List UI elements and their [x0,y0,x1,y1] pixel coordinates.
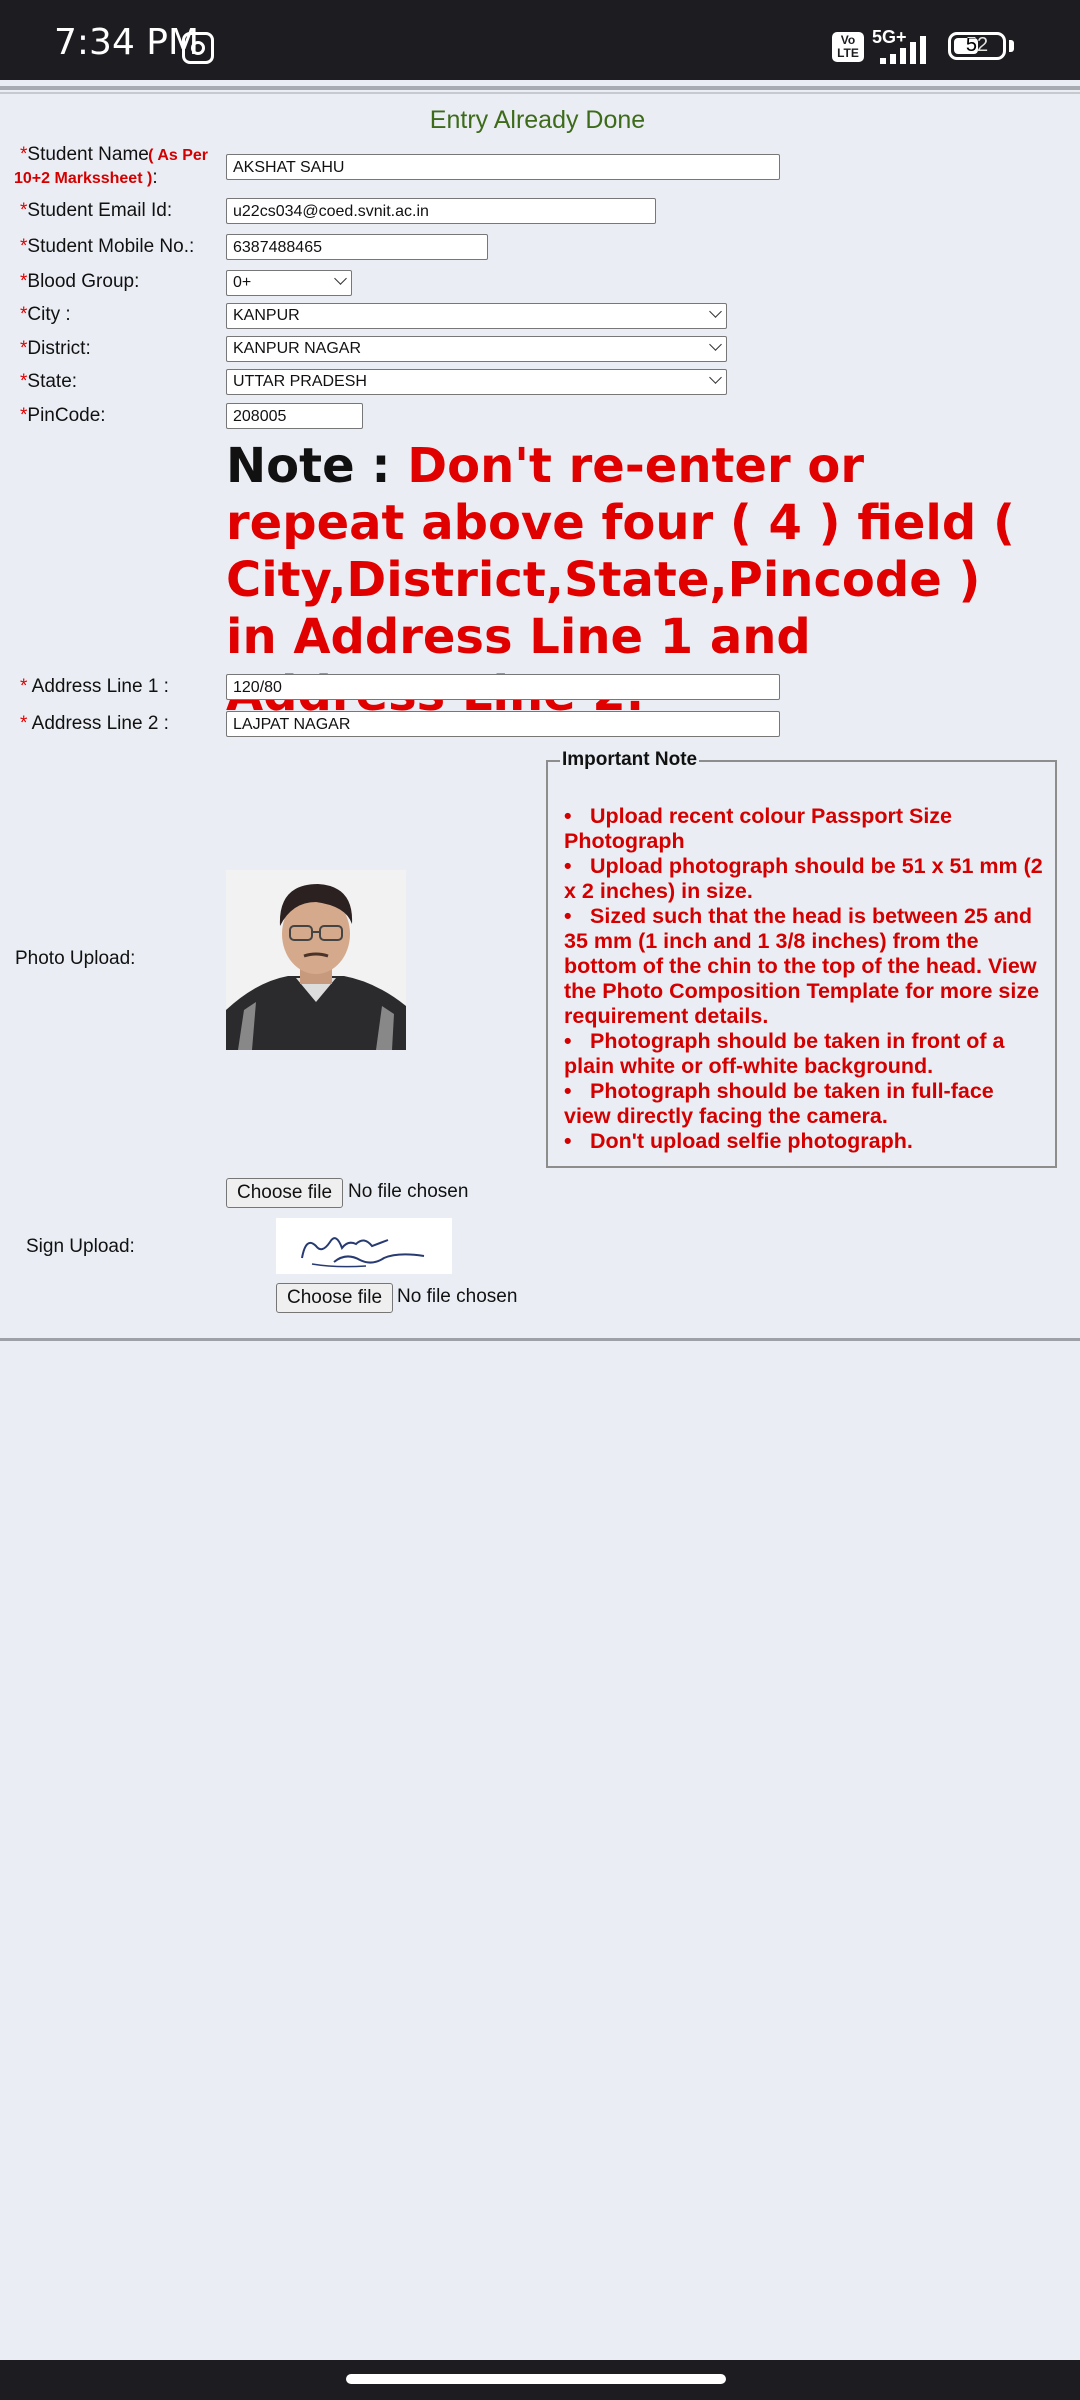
student-photo [226,870,406,1050]
battery-icon: 52 [948,32,1006,60]
top-divider [0,86,1080,90]
important-note-legend: Important Note [560,749,700,771]
required-mark: * [20,713,28,734]
district-label-text: District: [27,338,91,359]
address2-label-text: Address Line 2 : [31,713,169,734]
sign-file-status: No file chosen [397,1286,518,1307]
status-time: 7:34 PM [54,22,200,63]
sign-upload-label: Sign Upload: [26,1236,135,1257]
address1-input[interactable]: 120/80 [226,674,780,700]
photo-file-status: No file chosen [348,1181,469,1202]
top-divider-secondary [0,92,1080,94]
pincode-label-text: PinCode: [27,405,106,426]
pincode-input[interactable]: 208005 [226,403,363,429]
city-select[interactable]: KANPUR [226,303,727,329]
student-name-note: ( As Per 10+2 Markssheet ) [14,147,209,187]
student-name-note-block: *Student Name ( As Per 10+2 Markssheet )… [14,144,224,190]
list-item: Photograph should be taken in front of a… [564,1029,1044,1079]
student-name-suffix: : [152,167,158,188]
page-title: Entry Already Done [429,106,646,134]
state-select[interactable]: UTTAR PRADESH [226,369,727,395]
list-item: Don't upload selfie photograph. [564,1129,1044,1154]
student-name-input[interactable]: AKSHAT SAHU [226,154,780,180]
sign-choose-file-button[interactable]: Choose file [276,1283,394,1313]
state-label: *State: [20,371,77,393]
home-gesture-handle[interactable] [346,2374,726,2384]
chevron-down-icon [709,371,722,384]
district-value: KANPUR NAGAR [233,340,362,357]
mobile-input[interactable]: 6387488465 [226,234,488,260]
photo-upload-label: Photo Upload: [15,948,136,969]
address2-input[interactable]: LAJPAT NAGAR [226,711,780,737]
important-note-list: Upload recent colour Passport Size Photo… [564,804,1044,1154]
blood-group-label: *Blood Group: [20,271,139,293]
chevron-down-icon [334,272,347,285]
email-label: *Student Email Id: [20,200,172,222]
pincode-label: *PinCode: [20,405,106,427]
district-select[interactable]: KANPUR NAGAR [226,336,727,362]
email-input[interactable]: u22cs034@coed.svnit.ac.in [226,198,656,224]
mobile-label-text: Student Mobile No.: [27,236,195,257]
address1-label-text: Address Line 1 : [31,676,169,697]
chevron-down-icon [709,338,722,351]
system-nav-bar [0,2360,1080,2400]
blood-group-label-text: Blood Group: [27,271,140,292]
bottom-divider [0,1338,1080,1341]
address2-label: * Address Line 2 : [20,713,169,735]
list-item: Upload photograph should be 51 x 51 mm (… [564,854,1044,904]
chevron-down-icon [709,305,722,318]
state-value: UTTAR PRADESH [233,373,367,390]
state-label-text: State: [27,371,78,392]
city-label-text: City : [27,304,71,325]
photo-choose-file-button[interactable]: Choose file [226,1178,344,1208]
battery-level: 52 [965,34,989,56]
mobile-label: *Student Mobile No.: [20,236,194,258]
note-prefix: Note : [226,438,408,494]
important-note-box: Important Note Upload recent colour Pass… [546,749,1057,1168]
district-label: *District: [20,338,91,360]
volte-icon: Vo LTE [832,32,864,62]
list-item: Sized such that the head is between 25 a… [564,904,1044,1029]
address1-label: * Address Line 1 : [20,676,169,698]
email-label-text: Student Email Id: [27,200,173,221]
battery-tip [1009,40,1014,52]
city-value: KANPUR [233,307,300,324]
instagram-icon [182,32,214,64]
list-item: Photograph should be taken in full-face … [564,1079,1044,1129]
signature-image [276,1218,452,1274]
list-item: Upload recent colour Passport Size Photo… [564,804,1044,854]
required-mark: * [20,676,28,697]
blood-group-value: 0+ [233,274,252,291]
city-label: *City : [20,304,71,326]
signal-icon [880,36,934,64]
status-bar: 7:34 PM Vo LTE 5G+ 52 [0,0,1080,80]
blood-group-select[interactable]: 0+ [226,270,352,296]
